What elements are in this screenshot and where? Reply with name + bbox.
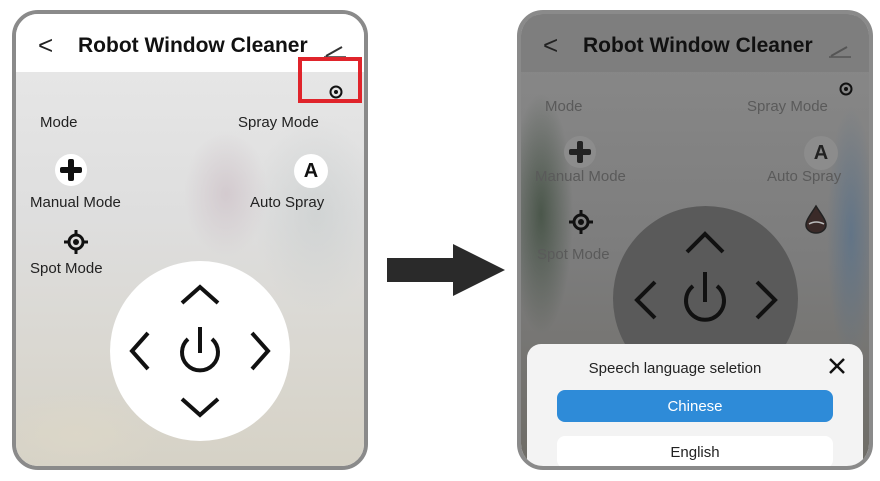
right-arrow-icon[interactable]: [250, 331, 271, 371]
auto-spray-icon[interactable]: A: [804, 136, 838, 170]
settings-dot-icon[interactable]: [839, 82, 853, 96]
highlight-box: [298, 57, 362, 103]
up-arrow-icon[interactable]: [685, 231, 725, 254]
spray-mode-label: Spray Mode: [238, 114, 319, 131]
auto-spray-label: Auto Spray: [250, 194, 325, 211]
mode-label: Mode: [545, 98, 583, 115]
app-header: < Robot Window Cleaner: [521, 14, 869, 72]
language-selection-sheet: Speech language seletion Chinese English: [527, 344, 863, 466]
back-button[interactable]: <: [38, 32, 53, 58]
phone-screen-after: < Robot Window Cleaner Mode Spray Mode A…: [517, 10, 873, 470]
auto-spray-icon[interactable]: A: [294, 154, 328, 188]
up-arrow-icon[interactable]: [180, 284, 220, 305]
sheet-title: Speech language seletion: [588, 360, 762, 377]
option-chinese[interactable]: Chinese: [557, 390, 833, 422]
option-english[interactable]: English: [557, 436, 833, 466]
drop-icon[interactable]: [803, 204, 829, 234]
direction-pad: [110, 261, 290, 441]
spot-mode-label: Spot Mode: [30, 260, 103, 277]
plus-icon[interactable]: [564, 136, 596, 168]
left-arrow-icon[interactable]: [129, 331, 150, 371]
down-arrow-icon[interactable]: [180, 397, 220, 418]
spray-mode-label: Spray Mode: [747, 98, 828, 115]
phone-screen-before: < Robot Window Cleaner Mode Spray Mode A…: [12, 10, 368, 470]
right-arrow-icon[interactable]: [755, 280, 778, 320]
edit-icon[interactable]: [827, 44, 853, 63]
power-icon[interactable]: [180, 327, 220, 373]
plus-icon[interactable]: [55, 154, 87, 186]
spot-mode-label: Spot Mode: [537, 246, 610, 263]
target-icon[interactable]: [569, 210, 593, 234]
power-icon[interactable]: [684, 272, 726, 322]
manual-mode-label: Manual Mode: [535, 168, 626, 185]
left-arrow-icon[interactable]: [634, 280, 657, 320]
page-title: Robot Window Cleaner: [583, 34, 813, 57]
manual-mode-label: Manual Mode: [30, 194, 121, 211]
auto-spray-label: Auto Spray: [767, 168, 842, 185]
mode-label: Mode: [40, 114, 78, 131]
close-icon[interactable]: [827, 356, 847, 381]
target-icon[interactable]: [64, 230, 88, 254]
page-title: Robot Window Cleaner: [78, 34, 308, 57]
back-button[interactable]: <: [543, 32, 558, 58]
transition-arrow-icon: [383, 242, 509, 303]
